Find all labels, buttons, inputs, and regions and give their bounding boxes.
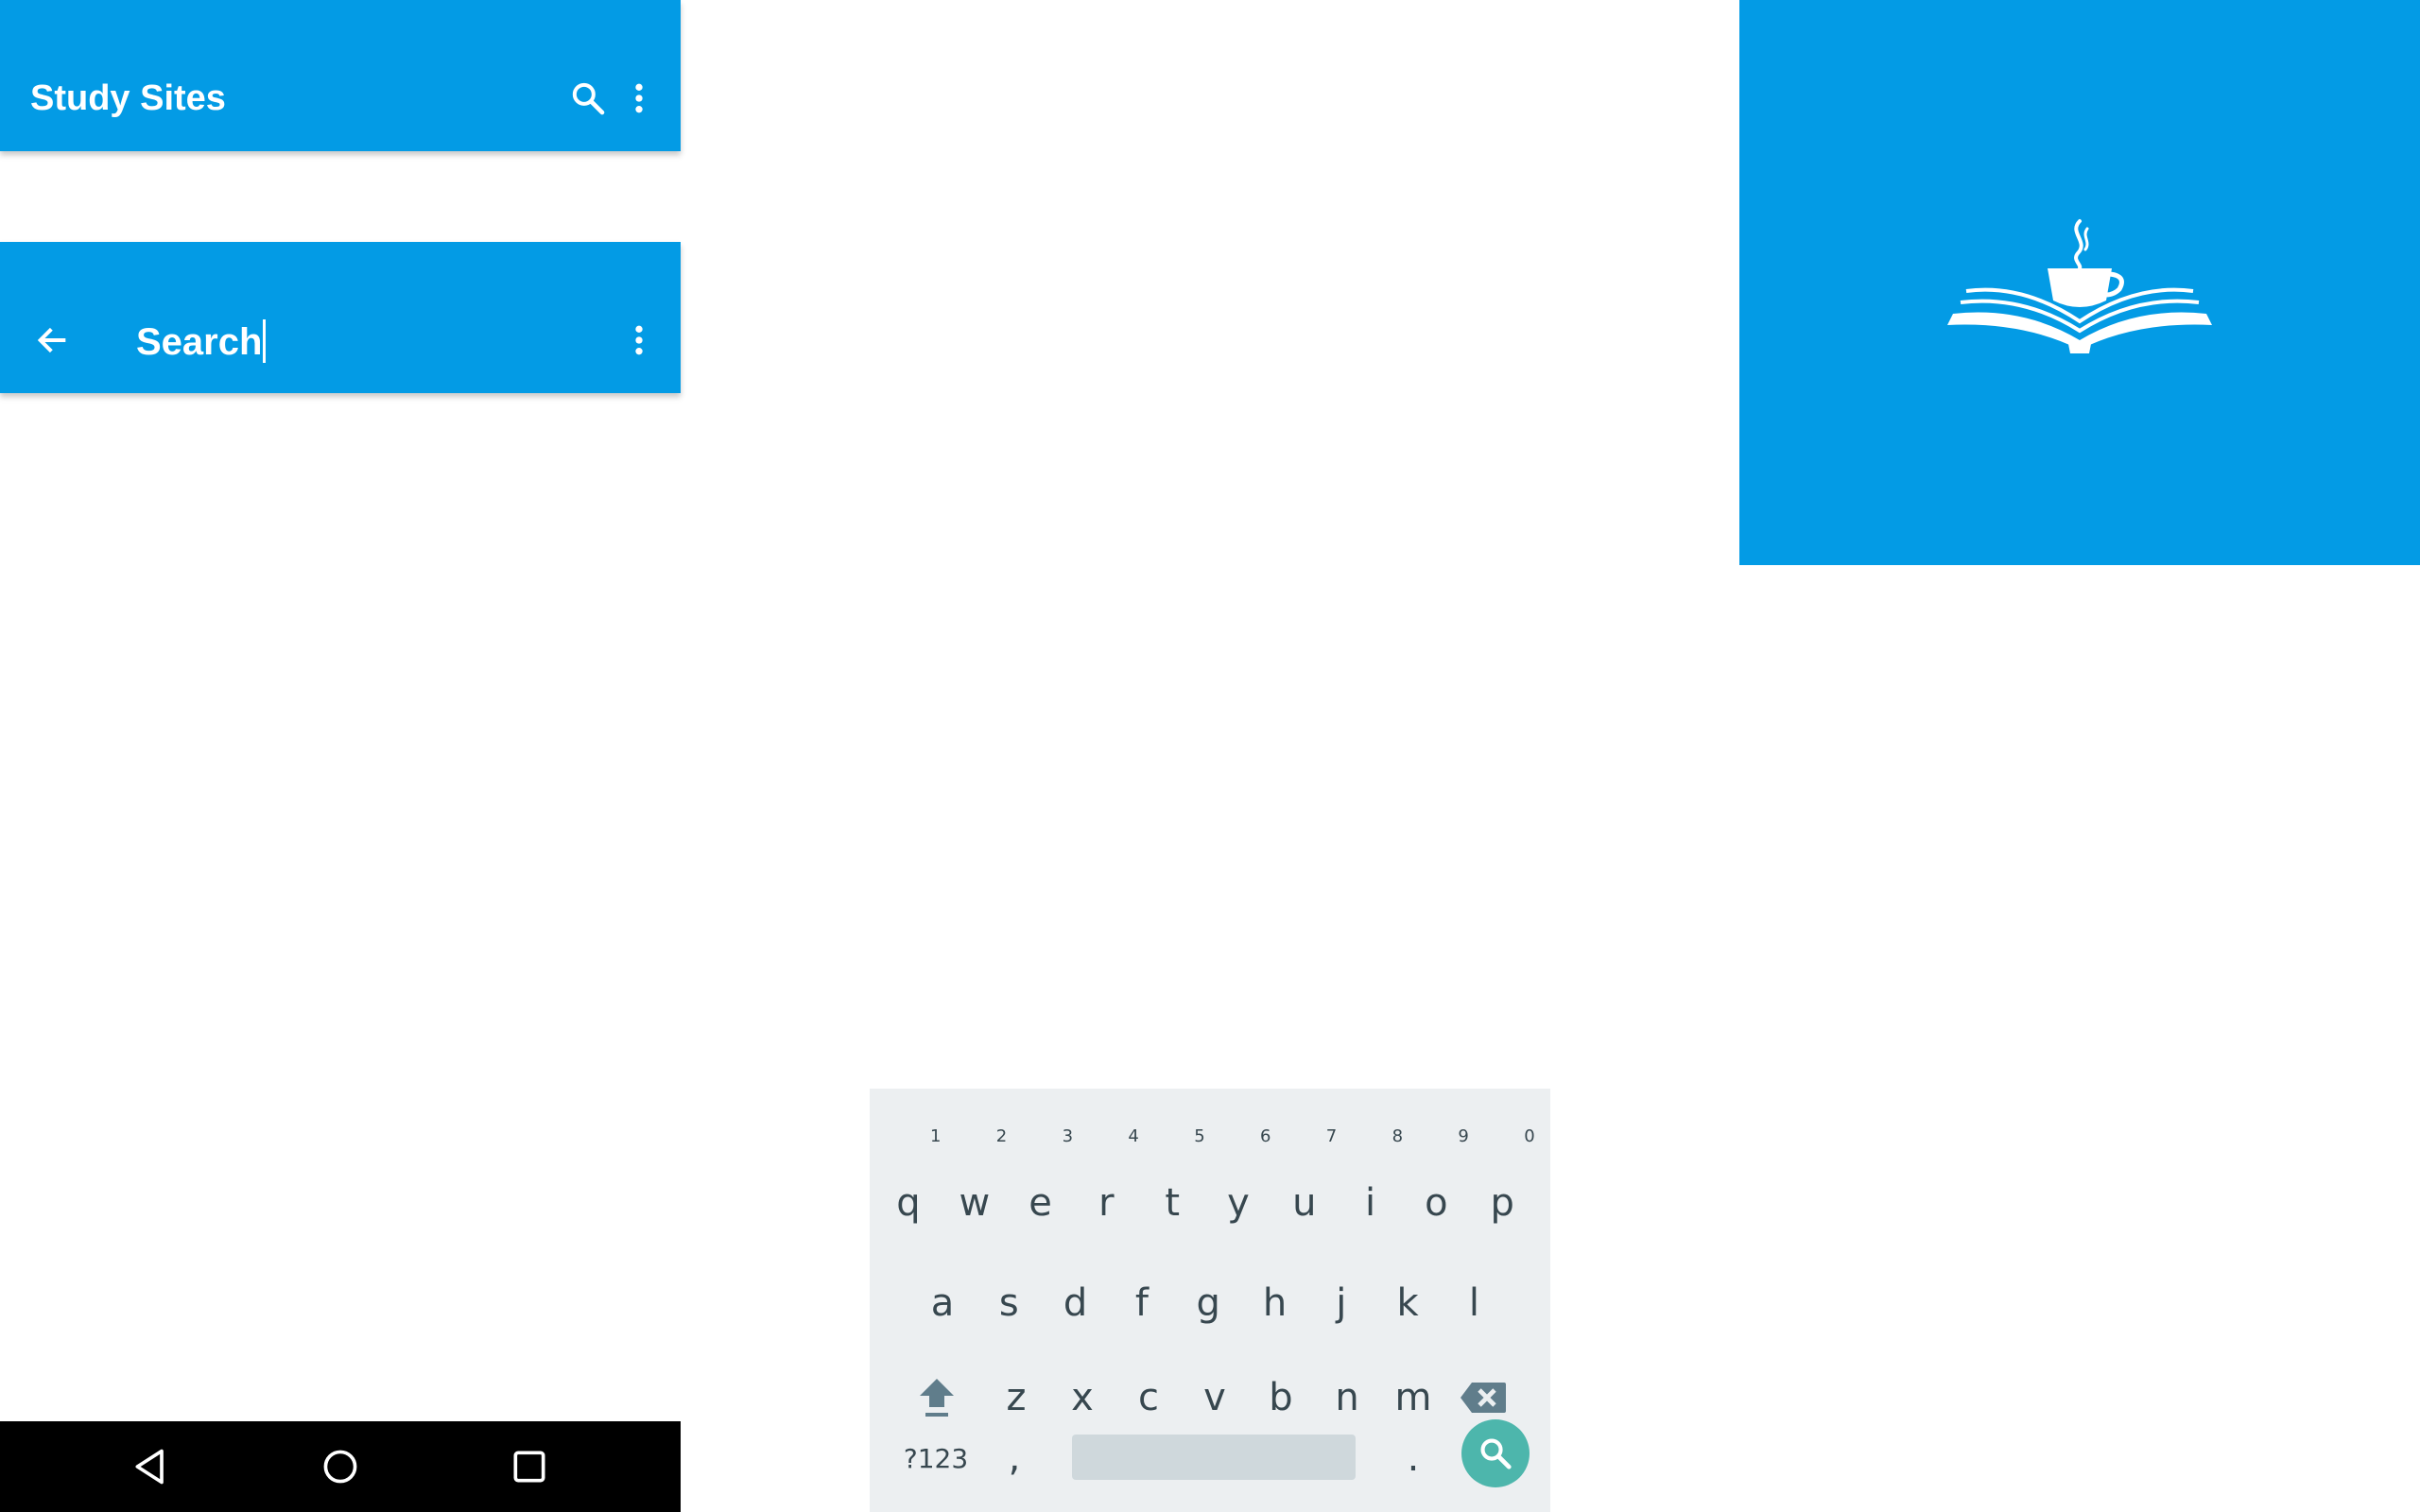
period-key[interactable]: . (1380, 1416, 1446, 1501)
search-icon (572, 82, 605, 115)
shift-arrow-icon (920, 1379, 954, 1417)
nav-recents-button[interactable] (488, 1436, 571, 1497)
backspace-icon (1461, 1383, 1506, 1413)
key-hint-1: 1 (930, 1126, 942, 1146)
key-a[interactable]: a (909, 1261, 976, 1346)
arrow-back-icon (37, 327, 66, 353)
key-e[interactable]: e (1008, 1160, 1074, 1246)
system-navigation-bar (0, 1421, 681, 1512)
square-recents-icon (513, 1451, 545, 1483)
text-cursor (263, 319, 267, 364)
key-w[interactable]: w (942, 1160, 1008, 1246)
splash-panel (1739, 0, 2420, 565)
key-hint-9: 9 (1458, 1126, 1469, 1146)
key-f[interactable]: f (1109, 1261, 1175, 1346)
overflow-menu-button[interactable] (609, 310, 669, 370)
key-d[interactable]: d (1043, 1261, 1109, 1346)
more-vert-icon (635, 325, 643, 355)
keyboard-search-action-key[interactable] (1461, 1419, 1530, 1487)
more-vert-icon (635, 83, 643, 113)
key-l[interactable]: l (1441, 1261, 1507, 1346)
key-y[interactable]: y (1205, 1160, 1271, 1246)
search-icon (1480, 1438, 1512, 1469)
search-query-text: Search (136, 321, 263, 363)
key-q[interactable]: q (875, 1160, 942, 1246)
app-title: Study Sites (30, 78, 226, 118)
key-hint-3: 3 (1062, 1126, 1074, 1146)
key-s[interactable]: s (976, 1261, 1042, 1346)
triangle-back-icon (135, 1449, 164, 1485)
book-coffee-logo (1947, 219, 2212, 353)
key-x[interactable]: x (1049, 1355, 1115, 1440)
back-button[interactable] (23, 310, 83, 370)
key-n[interactable]: n (1314, 1355, 1380, 1440)
key-hint-0: 0 (1524, 1126, 1535, 1146)
key-h[interactable]: h (1242, 1261, 1308, 1346)
key-hint-4: 4 (1128, 1126, 1139, 1146)
app-bar: Study Sites (0, 0, 681, 151)
key-g[interactable]: g (1175, 1261, 1241, 1346)
key-p[interactable]: p (1469, 1160, 1535, 1246)
key-hint-7: 7 (1325, 1126, 1338, 1146)
symbols-key[interactable]: ?123 (889, 1416, 983, 1501)
key-hint-5: 5 (1194, 1126, 1205, 1146)
key-b[interactable]: b (1248, 1355, 1314, 1440)
soft-keyboard: q1w2e3r4t5y6u7i8o9p0 asdfghjkl zxcvbnm ?… (870, 1089, 1550, 1512)
key-i[interactable]: i (1338, 1160, 1404, 1246)
key-v[interactable]: v (1182, 1355, 1248, 1440)
comma-key[interactable]: , (981, 1416, 1047, 1501)
key-hint-8: 8 (1392, 1126, 1404, 1146)
key-hint-2: 2 (995, 1126, 1008, 1146)
search-app-bar (0, 242, 681, 393)
key-c[interactable]: c (1115, 1355, 1182, 1440)
key-k[interactable]: k (1374, 1261, 1441, 1346)
nav-home-button[interactable] (299, 1436, 382, 1497)
key-u[interactable]: u (1271, 1160, 1338, 1246)
key-o[interactable]: o (1403, 1160, 1469, 1246)
search-input[interactable]: Search (136, 316, 267, 369)
circle-home-icon (323, 1450, 357, 1484)
nav-back-button[interactable] (110, 1436, 193, 1497)
key-j[interactable]: j (1308, 1261, 1374, 1346)
key-t[interactable]: t (1139, 1160, 1205, 1246)
key-hint-6: 6 (1260, 1126, 1271, 1146)
key-r[interactable]: r (1073, 1160, 1139, 1246)
overflow-menu-button[interactable] (609, 68, 669, 129)
space-bar[interactable] (1072, 1435, 1356, 1480)
